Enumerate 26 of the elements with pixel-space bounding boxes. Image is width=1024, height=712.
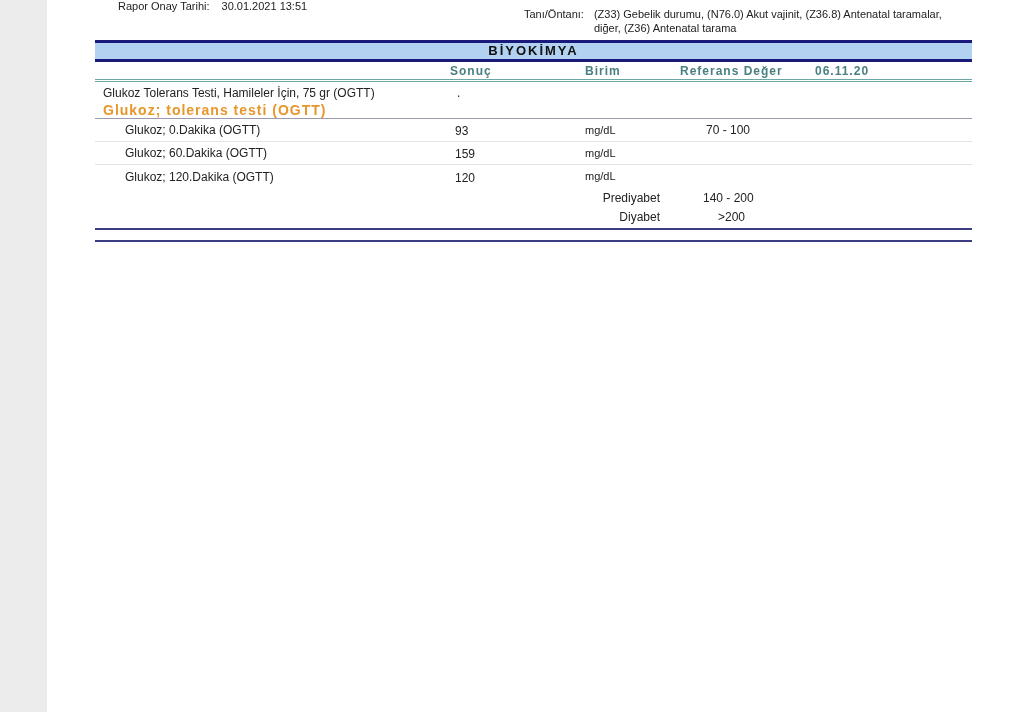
reference-range: >200 — [717, 208, 747, 226]
unit: mg/dL — [585, 122, 617, 138]
reference-label: Diyabet — [618, 208, 661, 226]
test-name: Glukoz; 120.Dakika (OGTT) — [124, 168, 275, 186]
unit: mg/dL — [585, 169, 617, 185]
test-name: Glukoz; 0.Dakika (OGTT) — [124, 122, 262, 139]
diagnosis-label: Tanı/Öntanı: — [524, 7, 584, 22]
test-name: Glukoz Tolerans Testi, Hamileler İçin, 75 gr (OGTT) — [102, 85, 376, 101]
diagnosis-text: (Z33) Gebelik durumu, (N76.0) Akut vajinit, (Z36.8) Antenatal taramalar, diğer, (Z36) Antenatal tarama — [593, 7, 943, 36]
reference-range: 140 - 200 — [702, 189, 755, 207]
group-title: Glukoz; tolerans testi (OGTT) — [95, 101, 972, 119]
test-result: 159 — [454, 146, 477, 163]
column-header: Sonuç — [449, 63, 493, 80]
test-name: Glukoz; 60.Dakika (OGTT) — [124, 145, 269, 162]
column-header: 06.11.20 — [815, 63, 871, 80]
unit: mg/dL — [585, 145, 617, 161]
approval-date-value: 30.01.2021 13:51 — [221, 0, 308, 12]
reference-range: 70 - 100 — [705, 122, 752, 139]
test-result: 120 — [454, 169, 477, 187]
test-result: 93 — [454, 123, 470, 140]
column-header: Referans Değer — [680, 63, 784, 80]
test-result: . — [456, 85, 462, 101]
column-header: Birim — [585, 63, 622, 80]
approval-date-label: Rapor Onay Tarihi: — [118, 0, 210, 12]
section-header: BİYOKİMYA — [95, 40, 972, 62]
reference-label: Prediyabet — [601, 189, 661, 207]
